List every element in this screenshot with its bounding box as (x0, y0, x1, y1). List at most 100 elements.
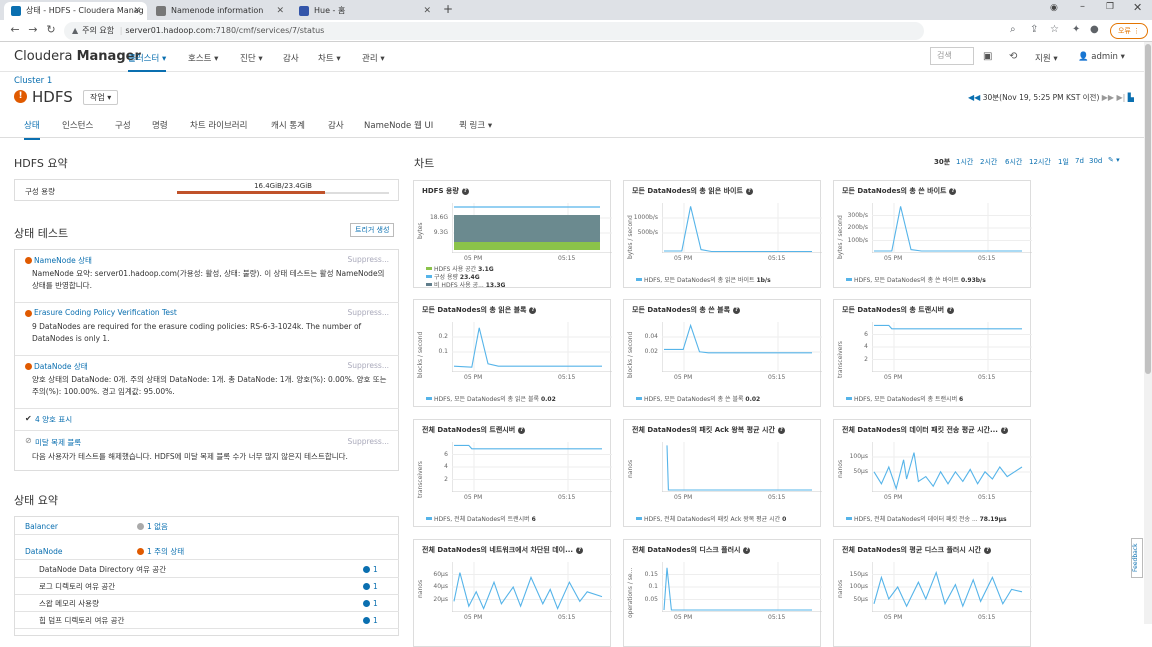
close-tab-icon[interactable]: ✕ (276, 2, 284, 20)
nav-item[interactable]: 진단 ▾ (240, 52, 263, 64)
help-icon[interactable]: ? (777, 427, 785, 434)
range-4[interactable]: 12시간 (1029, 157, 1051, 167)
global-search-input[interactable]: 검색 (930, 47, 974, 65)
health-summary-name[interactable]: Balancer (25, 518, 58, 535)
minimize-icon[interactable]: – (1080, 1, 1085, 12)
disabled-test-title[interactable]: 미달 복제 블록 (35, 437, 81, 448)
suppress-link[interactable]: Suppress... (347, 308, 389, 317)
chart-legend-item[interactable]: HDFS, 모든 DataNodes의 총 읽은 바이트 1b/s (636, 275, 771, 284)
tab-4[interactable]: 차트 라이브러리 (190, 119, 247, 131)
bookmark-star-icon[interactable]: ☆ (1050, 24, 1059, 35)
health-summary-status[interactable]: 1 없음 (137, 518, 168, 535)
chart-legend-item[interactable]: HDFS, 전체 DataNodes의 트랜시버 6 (426, 514, 536, 523)
range-7[interactable]: 30d (1089, 157, 1102, 165)
close-tab-icon[interactable]: ✕ (133, 2, 141, 20)
health-summary-name[interactable]: DataNode (25, 543, 62, 560)
good-tests-link[interactable]: 4 양호 표시 (35, 414, 72, 425)
app-logo[interactable]: Cloudera Manager (14, 49, 141, 64)
search-icon[interactable]: ⌕ (1010, 24, 1016, 35)
close-window-icon[interactable]: ✕ (1133, 1, 1142, 14)
help-icon[interactable]: ? (949, 188, 957, 195)
chart-legend-item[interactable]: HDFS, 모든 DataNodes의 총 읽은 블록 0.02 (426, 394, 556, 403)
nav-item[interactable]: 관리 ▾ (362, 52, 385, 64)
help-icon[interactable]: ? (529, 307, 537, 314)
help-icon[interactable]: ? (518, 427, 526, 434)
skip-end-icon[interactable]: ▶| (1116, 93, 1125, 102)
account-icon[interactable]: ● (1090, 24, 1099, 35)
health-summary-row[interactable]: Balancer 1 없음 (15, 518, 399, 535)
rewind-icon[interactable]: ◀◀ (968, 93, 980, 102)
chart-edit-menu[interactable]: ✎ ▾ (1108, 156, 1120, 164)
chart-legend-item[interactable]: HDFS, 전체 DataNodes의 데이터 패킷 전송 ... 78.19µ… (846, 514, 1007, 523)
chart-panel[interactable]: 전체 DataNodes의 데이터 패킷 전송 평균 시간...? nanos 10… (833, 419, 1032, 527)
breadcrumb-cluster[interactable]: Cluster 1 (14, 76, 52, 86)
health-summary-status[interactable]: 1 (363, 612, 378, 629)
chart-legend-item[interactable]: HDFS, 모든 DataNodes의 총 쓴 바이트 0.93b/s (846, 275, 986, 284)
health-summary-status[interactable]: 1 (363, 578, 378, 595)
url-input[interactable]: ▲ 주의 요함 | server01.hadoop.com:7180/cmf/ser… (64, 22, 924, 40)
actions-button[interactable]: 작업 ▾ (83, 90, 119, 105)
update-button[interactable]: 오류 ⋮ (1110, 23, 1148, 39)
chart-panel[interactable]: 전체 DataNodes의 패킷 Ack 왕복 평균 시간? nanos 05 PM… (623, 419, 822, 527)
range-1[interactable]: 1시간 (956, 157, 973, 167)
health-test-title[interactable]: DataNode 상태 (34, 361, 88, 372)
reload-icon[interactable]: ↻ (44, 23, 58, 36)
health-summary-status[interactable]: 1 주의 상태 (137, 543, 184, 560)
nav-item[interactable]: 호스트 ▾ (188, 52, 218, 64)
health-summary-row[interactable]: DataNode 1 주의 상태 (15, 543, 399, 560)
create-trigger-button[interactable]: 트리거 생성 (350, 223, 395, 237)
chart-panel[interactable]: 모든 DataNodes의 총 쓴 블록? blocks / second 0.04… (623, 299, 822, 407)
nav-item[interactable]: 감사 (283, 52, 299, 64)
health-test-title[interactable]: NameNode 상태 (34, 255, 92, 266)
suppress-link[interactable]: Suppress... (347, 437, 389, 446)
tab-1[interactable]: 인스턴스 (62, 119, 93, 131)
health-test-title[interactable]: Erasure Coding Policy Verification Test (34, 308, 177, 317)
browser-tab[interactable]: 상태 - HDFS - Cloudera Manag ✕ (4, 2, 147, 20)
chart-panel[interactable]: 전체 DataNodes의 평균 디스크 플러시 시간? nanos 150µs 10… (833, 539, 1032, 647)
user-menu[interactable]: 👤 admin ▾ (1078, 52, 1125, 62)
chart-panel[interactable]: 전체 DataNodes의 네트워크에서 차단된 데이...? nanos 60µs… (413, 539, 612, 647)
chart-legend-item[interactable]: 비 HDFS 사용 공... 13.3G (426, 280, 505, 289)
range-2[interactable]: 2시간 (980, 157, 997, 167)
suppress-link[interactable]: Suppress... (347, 255, 389, 264)
browser-tab[interactable]: Namenode information ✕ (149, 2, 290, 20)
help-icon[interactable]: ? (947, 307, 955, 314)
chart-panel[interactable]: 전체 DataNodes의 디스크 플러시? operations / se...… (623, 539, 822, 647)
chart-panel[interactable]: 모든 DataNodes의 총 쓴 바이트? bytes / second 300b… (833, 180, 1032, 288)
help-icon[interactable]: ? (461, 188, 469, 195)
tasks-icon[interactable]: ⟲ (1009, 51, 1017, 62)
help-icon[interactable]: ? (1000, 427, 1008, 434)
health-summary-status[interactable]: 1 (363, 595, 378, 612)
range-5[interactable]: 1일 (1058, 157, 1069, 167)
tab-3[interactable]: 명령 (152, 119, 168, 131)
chart-legend-item[interactable]: HDFS, 모든 DataNodes의 총 쓴 블록 0.02 (636, 394, 760, 403)
suppress-link[interactable]: Suppress... (347, 361, 389, 370)
health-summary-status[interactable]: 1 (363, 561, 378, 578)
help-icon[interactable]: ? (745, 188, 753, 195)
back-icon[interactable]: ← (8, 23, 22, 36)
feedback-tab[interactable]: Feedback (1131, 538, 1143, 578)
tab-8[interactable]: 퀵 링크 ▾ (459, 119, 492, 131)
tab-0[interactable]: 상태 (24, 119, 40, 140)
time-range-label[interactable]: 30분(Nov 19, 5:25 PM KST 이전) (983, 93, 1100, 102)
forward-icon[interactable]: ▶▶ (1102, 93, 1114, 102)
help-icon[interactable]: ? (984, 547, 992, 554)
extensions-icon[interactable]: ✦ (1072, 24, 1080, 35)
range-6[interactable]: 7d (1075, 157, 1084, 165)
range-3[interactable]: 6시간 (1005, 157, 1022, 167)
forward-icon[interactable]: → (26, 23, 40, 36)
chart-panel[interactable]: 모든 DataNodes의 총 읽은 블록? blocks / second 0.2… (413, 299, 612, 407)
chart-panel[interactable]: 전체 DataNodes의 트랜시버? transceivers 6 4 2 05 PM 0… (413, 419, 612, 527)
support-menu[interactable]: 지원 ▾ (1035, 52, 1058, 64)
chart-panel[interactable]: 모든 DataNodes의 총 트랜시버? transceivers 6 4 2 05 P… (833, 299, 1032, 407)
help-icon[interactable]: ? (576, 547, 584, 554)
help-icon[interactable]: ? (743, 547, 751, 554)
parcel-icon[interactable]: ▣ (983, 51, 992, 62)
chart-panel[interactable]: 모든 DataNodes의 총 읽은 바이트? bytes / second 100… (623, 180, 822, 288)
chart-legend-item[interactable]: HDFS, 모든 DataNodes의 총 트랜시버 6 (846, 394, 963, 403)
tab-2[interactable]: 구성 (115, 119, 131, 131)
share-icon[interactable]: ⇪ (1030, 24, 1038, 35)
profile-icon[interactable]: ◉ (1050, 3, 1058, 13)
chart-legend-item[interactable]: HDFS, 전체 DataNodes의 패킷 Ack 왕복 평균 시간 0 (636, 514, 786, 523)
good-tests-row[interactable]: ✔ 4 양호 표시 (15, 409, 399, 431)
